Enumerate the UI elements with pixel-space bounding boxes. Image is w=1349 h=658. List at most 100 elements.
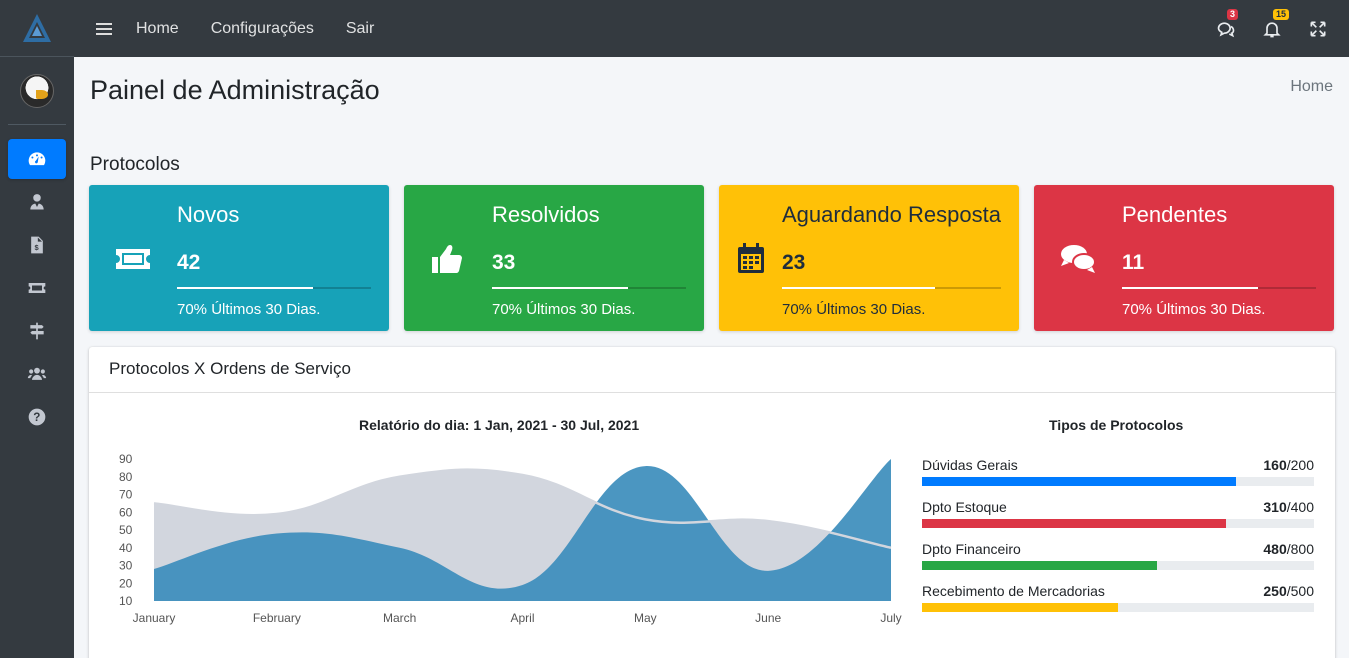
progress-fill [1122,287,1258,289]
info-box-pendentes[interactable]: Pendentes 11 70% Últimos 30 Dias. [1034,185,1334,331]
type-value: 160 [1263,457,1287,473]
messages-badge: 3 [1227,8,1239,20]
brand-logo[interactable] [0,0,74,57]
type-value: 480 [1263,541,1287,557]
ticket-icon [28,283,46,293]
progress-fill [492,287,628,289]
y-tick-label: 40 [119,541,133,555]
user-tie-icon [30,194,44,210]
info-box-novos[interactable]: Novos 42 70% Últimos 30 Dias. [89,185,389,331]
info-box-number: 11 [1122,251,1145,274]
sidebar: $ ? [0,0,74,658]
logo-icon [23,14,51,42]
messages-button[interactable]: 3 [1203,8,1249,39]
y-tick-label: 10 [119,594,133,608]
type-progress [922,477,1314,486]
info-box-description: 70% Últimos 30 Dias. [492,301,636,318]
avatar[interactable] [20,73,54,108]
info-box-label: Resolvidos [492,202,600,227]
calendar-icon [738,243,764,273]
type-dpto-estoque: Dpto Estoque 310/400 [922,499,1314,528]
info-box-description: 70% Últimos 30 Dias. [177,301,321,318]
y-tick-label: 80 [119,470,133,484]
x-tick-label: February [253,611,301,625]
card-title: Protocolos X Ordens de Serviço [89,347,1335,393]
sidebar-item-tickets[interactable] [8,268,66,308]
signpost-icon [30,322,44,340]
info-box-label: Pendentes [1122,202,1228,227]
type-name: Dpto Estoque [922,499,1007,515]
y-tick-label: 60 [119,505,133,519]
section-title: Protocolos [90,154,180,175]
type-dpto-financeiro: Dpto Financeiro 480/800 [922,541,1314,570]
info-box-number: 42 [177,251,201,274]
top-navbar: Home Configurações Sair 3 15 [74,0,1349,57]
y-tick-label: 90 [119,452,133,466]
y-tick-label: 50 [119,523,133,537]
report-card: Protocolos X Ordens de Serviço Relatório… [89,347,1335,658]
type-name: Recebimento de Mercadorias [922,583,1105,599]
sidebar-item-team[interactable] [8,354,66,394]
users-icon [27,367,47,380]
nav-link-logout[interactable]: Sair [330,20,390,38]
sidebar-item-users-tie[interactable] [8,182,66,222]
type-progress [922,603,1314,612]
chart-title: Relatório do dia: 1 Jan, 2021 - 30 Jul, … [359,417,640,433]
sidebar-item-invoices[interactable]: $ [8,225,66,265]
info-box-aguardando[interactable]: Aguardando Resposta 23 70% Últimos 30 Di… [719,185,1019,331]
info-box-number: 33 [492,251,516,274]
comments-icon [1061,245,1096,273]
menu-toggle-icon[interactable] [96,20,112,38]
type-duvidas-gerais: Dúvidas Gerais 160/200 [922,457,1314,486]
dashboard-icon [28,152,46,166]
navbar-right: 3 15 [1203,0,1349,57]
type-value: 310 [1263,499,1287,515]
type-value: 250 [1263,583,1287,599]
type-total: /400 [1286,499,1314,515]
area-chart: 90 80 70 60 50 40 30 20 10January February March Ap… [119,452,902,625]
progress-fill [177,287,313,289]
x-tick-label: April [510,611,534,625]
info-box-progress [1122,287,1316,289]
type-progress [922,561,1314,570]
sidebar-item-signs[interactable] [8,311,66,351]
type-progress [922,519,1314,528]
progress-fill [782,287,936,289]
info-box-number: 23 [782,251,806,274]
sidebar-item-help[interactable]: ? [8,397,66,437]
breadcrumb[interactable]: Home [1290,78,1333,96]
notifications-badge: 15 [1273,8,1290,20]
type-name: Dpto Financeiro [922,541,1021,557]
type-name: Dúvidas Gerais [922,457,1018,473]
types-title: Tipos de Protocolos [1049,417,1184,433]
user-panel [8,57,66,125]
sidebar-nav: $ ? [0,139,74,437]
info-box-label: Aguardando Resposta [782,202,1001,227]
nav-link-home[interactable]: Home [120,20,195,38]
type-total: /200 [1286,457,1314,473]
info-box-resolvidos[interactable]: Resolvidos 33 70% Últimos 30 Dias. [404,185,704,331]
y-tick-label: 20 [119,576,133,590]
type-progress-fill [922,519,1226,528]
info-box-description: 70% Últimos 30 Dias. [782,301,926,318]
main-content: Painel de Administração Home Protocolos … [74,57,1349,658]
fullscreen-button[interactable] [1295,19,1341,39]
nav-link-settings[interactable]: Configurações [195,20,330,38]
type-total: /800 [1286,541,1314,557]
invoice-icon: $ [31,236,43,254]
notifications-button[interactable]: 15 [1249,8,1295,39]
type-progress-fill [922,561,1158,570]
comments-icon [1217,21,1235,37]
y-tick-label: 70 [119,488,133,502]
x-tick-label: June [755,611,781,625]
y-tick-label: 30 [119,559,133,573]
info-box-description: 70% Últimos 30 Dias. [1122,301,1266,318]
page-title: Painel de Administração [90,75,380,105]
type-progress-fill [922,603,1118,612]
x-tick-label: January [133,611,176,625]
x-tick-label: May [634,611,657,625]
type-total: /500 [1286,583,1314,599]
sidebar-item-dashboard[interactable] [8,139,66,179]
info-box-progress [177,287,371,289]
type-recebimento: Recebimento de Mercadorias 250/500 [922,583,1314,612]
